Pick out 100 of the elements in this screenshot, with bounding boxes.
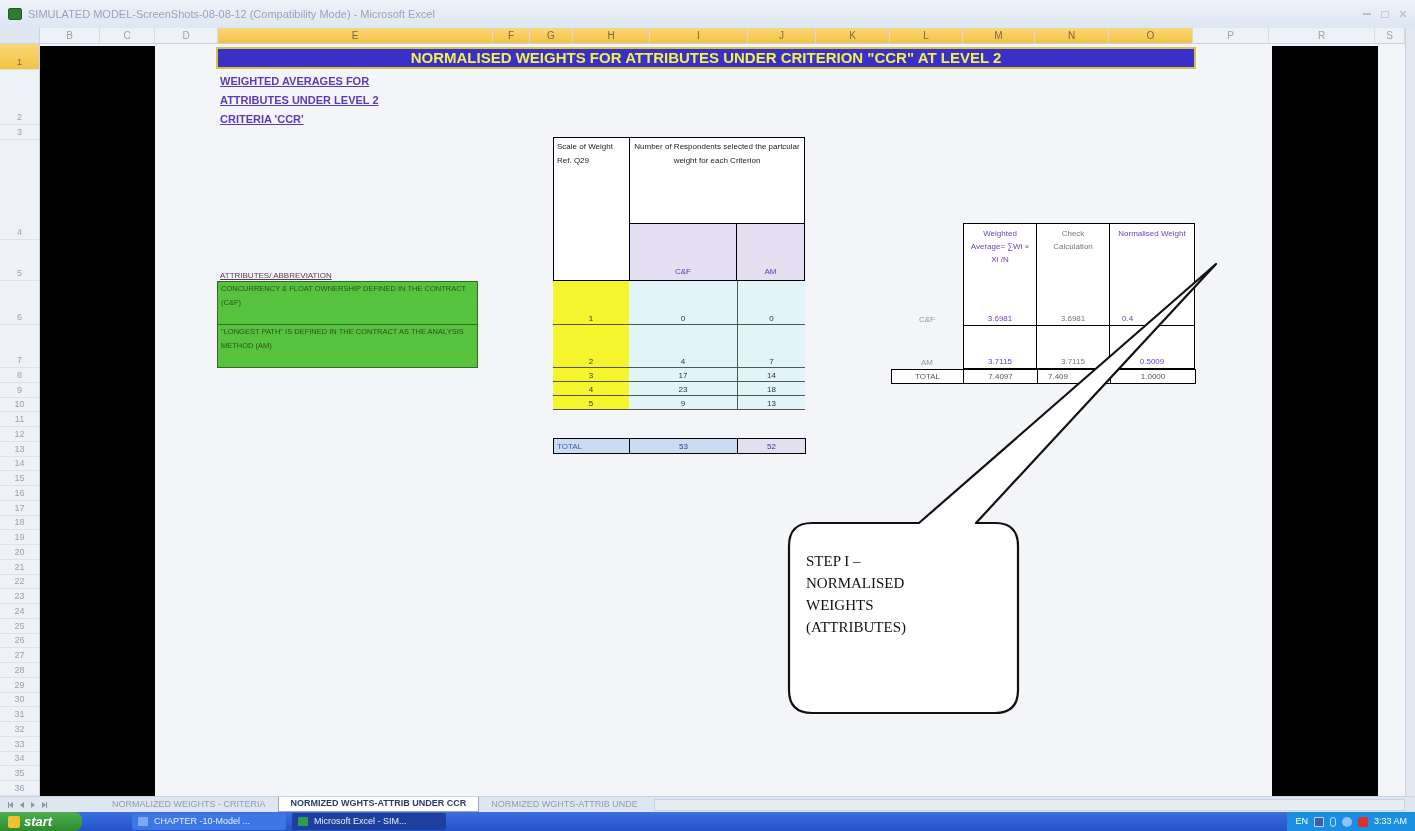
scale-cell: 3 [553,368,629,382]
row-header[interactable]: 25 [0,618,39,634]
row-header[interactable]: 5 [0,240,39,281]
tab-scroll-icon[interactable] [41,800,47,809]
language-indicator[interactable]: EN [1295,814,1308,829]
column-header-cell: AM [736,223,805,281]
table-cell: 23 [629,382,737,396]
callout-text: STEP I – NORMALISED WEIGHTS (ATTRIBUTES) [806,552,907,637]
row-header[interactable]: 18 [0,515,39,531]
scale-cell: 1 [553,281,629,325]
horizontal-scrollbar[interactable] [653,798,1405,811]
row-header[interactable]: 20 [0,545,39,560]
row-header[interactable]: 24 [0,604,39,619]
column-header[interactable]: R [1269,28,1375,43]
select-all-corner[interactable] [0,28,40,43]
total-label-cell: TOTAL [553,438,630,454]
row-header[interactable]: 13 [0,441,39,457]
column-header[interactable]: B [40,28,100,43]
row-header[interactable]: 26 [0,633,39,649]
row-header[interactable]: 22 [0,574,39,590]
column-header-cell: Normalised Weight [1109,223,1195,283]
table-cell: 17 [629,368,737,382]
row-header[interactable]: 9 [0,382,39,398]
row-header[interactable]: 4 [0,140,39,240]
table-cell: 18 [737,382,805,396]
column-header-cell: Weighted Average= ∑Wi × Xi /N [963,223,1037,283]
column-header[interactable]: C [100,28,155,43]
table-cell: 3.6981 [963,282,1037,326]
column-header[interactable]: G [530,28,573,43]
column-header[interactable]: N [1035,28,1109,43]
row-header[interactable]: 23 [0,589,39,604]
column-header[interactable]: P [1193,28,1269,43]
group-header-cell: Number of Respondents selected the partcular weight for each Criterion [629,137,805,224]
total-cell: 1.0000 [1110,369,1196,384]
clock: 3:33 AM [1373,814,1407,828]
sheet-tab[interactable]: NORMIZED WGHTS-ATTRIB UNDE [479,797,650,812]
row-header[interactable]: 32 [0,722,39,737]
column-header[interactable]: H [573,28,650,43]
row-header[interactable]: 12 [0,427,39,442]
sheet-tab[interactable]: NORMIZED WGHTS-ATTRIB UNDER CCR [277,797,480,812]
row-header[interactable]: 7 [0,325,39,368]
row-header[interactable]: 29 [0,677,39,693]
total-cell: 52 [737,438,806,454]
row-header[interactable]: 16 [0,486,39,501]
column-header[interactable]: D [155,28,218,43]
row-header[interactable]: 11 [0,412,39,427]
row-header[interactable]: 3 [0,125,39,140]
table-cell: 3.7115 [1036,326,1110,369]
row-header[interactable]: 19 [0,530,39,545]
row-header[interactable]: 21 [0,559,39,575]
row-header[interactable]: 31 [0,707,39,722]
row-header[interactable]: 35 [0,766,39,781]
scale-cell: 5 [553,396,629,410]
row-header[interactable]: 1 [0,44,39,70]
table-cell: 7 [737,325,805,368]
table-cell: 0 [737,281,805,325]
maximize-icon[interactable] [1381,10,1389,18]
column-header[interactable]: S [1375,28,1405,43]
column-header[interactable]: F [493,28,530,43]
column-header[interactable]: O [1109,28,1193,43]
sheet-tab[interactable]: NORMALIZED WEIGHTS - CRITERIA [100,797,278,812]
table-cell: 0 [629,281,737,325]
tab-scroll-icon[interactable] [8,800,14,809]
row-header[interactable]: 36 [0,781,39,796]
row-header[interactable]: 28 [0,663,39,678]
table-cell: 4 [629,325,737,368]
taskbar-button[interactable]: CHAPTER -10-Model ... [132,813,286,830]
column-header[interactable]: M [963,28,1035,43]
column-header[interactable]: L [890,28,963,43]
table-cell: 13 [737,396,805,410]
row-header[interactable]: 10 [0,397,39,413]
column-header[interactable]: K [816,28,890,43]
minimize-icon[interactable] [1363,13,1371,15]
row-header[interactable]: 14 [0,456,39,472]
sheet-banner: NORMALISED WEIGHTS FOR ATTRIBUTES UNDER CRITERION "CCR" AT LEVEL 2 [216,47,1196,69]
row-header[interactable]: 27 [0,648,39,663]
table-cell: 9 [629,396,737,410]
taskbar-button[interactable]: Microsoft Excel - SIM... [292,813,446,830]
row-header[interactable]: 15 [0,471,39,486]
row-header[interactable]: 30 [0,692,39,708]
row-label: C&F [918,314,936,326]
close-icon[interactable] [1399,10,1407,18]
row-header[interactable]: 17 [0,500,39,516]
row-header[interactable]: 34 [0,751,39,767]
sheet-subheading: WEIGHTED AVERAGES FOR ATTRIBUTES UNDER LEVEL 2 CRITERIA 'CCR' [220,74,380,127]
total-cell: 53 [629,438,738,454]
table-cell: 14 [737,368,805,382]
row-header[interactable]: 8 [0,368,39,383]
row-header[interactable]: 2 [0,70,39,125]
column-header-cell: C&F [629,223,737,281]
column-header[interactable]: J [748,28,816,43]
column-header[interactable]: I [650,28,748,43]
scale-cell: 4 [553,382,629,396]
attributes-heading: ATTRIBUTES/ ABBREVIATION [220,270,333,281]
start-button[interactable]: start [0,812,82,831]
row-header[interactable]: 33 [0,736,39,752]
window-title: SIMULATED MODEL-ScreenShots-08-08-12 (Compatibility Mode) - Microsoft Excel [28,6,435,22]
row-header[interactable]: 6 [0,281,39,325]
vertical-scrollbar[interactable] [1405,28,1415,796]
column-header[interactable]: E [218,28,493,43]
